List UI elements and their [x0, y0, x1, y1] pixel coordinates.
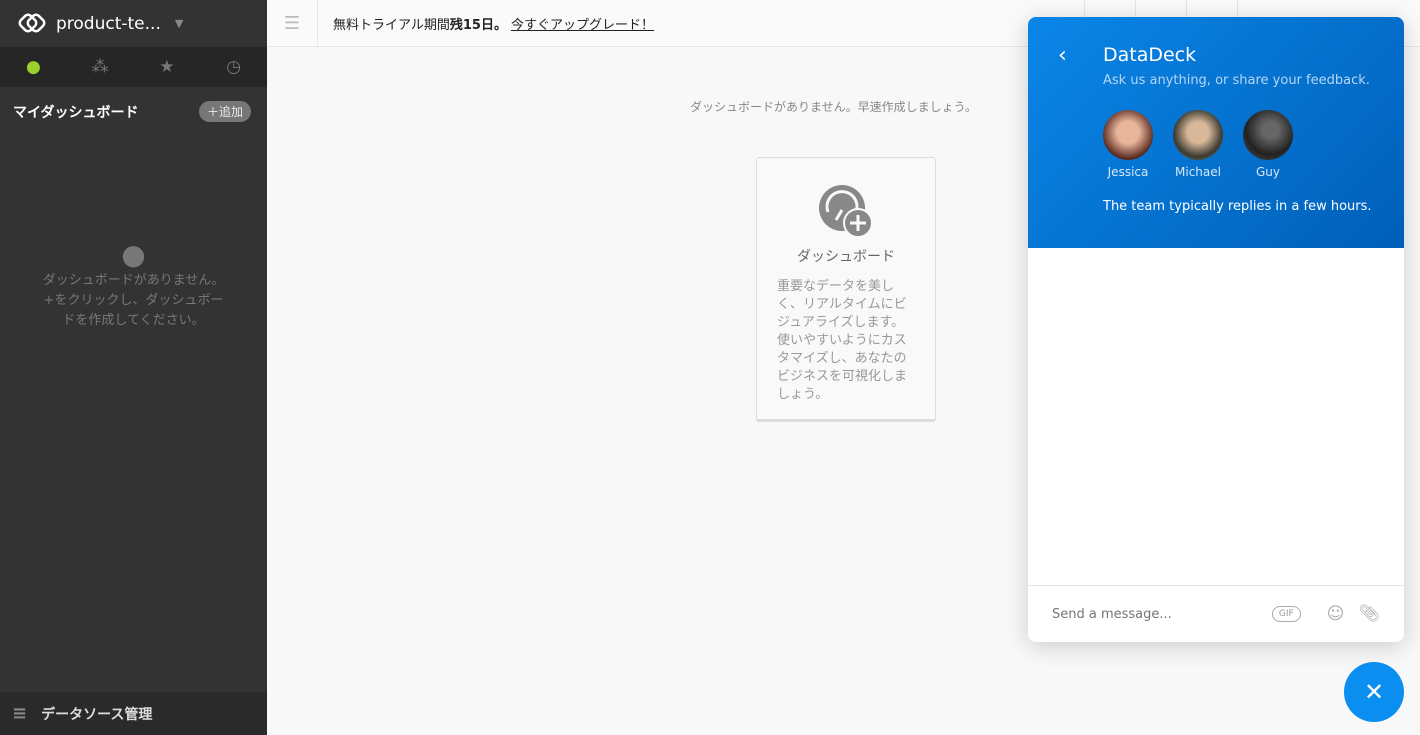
close-chat-button[interactable]: ✕ — [1344, 662, 1404, 722]
trial-banner: 無料トライアル期間残15日。 今すぐアップグレード！ — [318, 14, 654, 33]
collapse-sidebar-icon[interactable]: ☰ — [267, 0, 318, 47]
datasource-management-link[interactable]: ≡ データソース管理 — [0, 692, 267, 735]
card-description: 重要なデータを美しく、リアルタイムにビジュアライズします。使いやすいようにカスタ… — [777, 279, 908, 402]
reply-time: The team typically replies in a few hour… — [1103, 199, 1372, 214]
team-member: Michael — [1173, 110, 1223, 179]
sidebar-tabs: ● ⁂ ★ ◷ — [0, 47, 267, 87]
empty-text-line: ドを作成してください。 — [62, 313, 205, 328]
datasource-label: データソース管理 — [41, 706, 153, 723]
upgrade-link[interactable]: 今すぐアップグレード！ — [511, 18, 654, 33]
avatar — [1173, 110, 1223, 160]
person-icon: ● — [121, 238, 146, 271]
avatar — [1103, 110, 1153, 160]
sidebar: product-te... ▼ ● ⁂ ★ ◷ マイダッシュボード ＋追加 ● … — [0, 0, 267, 735]
tab-recent-clock-icon[interactable]: ◷ — [200, 47, 267, 87]
member-name: Michael — [1175, 165, 1221, 179]
member-name: Guy — [1255, 165, 1280, 179]
workspace-name: product-te... — [56, 13, 161, 34]
tab-favorites-star-icon[interactable]: ★ — [134, 47, 201, 87]
chat-header: ‹ DataDeck Ask us anything, or share you… — [1028, 17, 1404, 248]
gif-button[interactable]: GIF — [1271, 606, 1301, 622]
chat-widget: ‹ DataDeck Ask us anything, or share you… — [1028, 17, 1404, 642]
chat-subtitle: Ask us anything, or share your feedback. — [1103, 73, 1370, 88]
team-member: Guy — [1243, 110, 1293, 179]
member-name: Jessica — [1107, 165, 1149, 179]
tab-team-icon[interactable]: ⁂ — [67, 47, 134, 87]
logo-icon — [18, 13, 46, 32]
empty-text-line: +をクリックし、ダッシュボー — [43, 293, 224, 308]
database-icon: ≡ — [12, 703, 28, 724]
attachment-icon[interactable]: 📎︎ — [1358, 604, 1380, 624]
trial-days: 残15日。 — [449, 17, 507, 33]
team-member: Jessica — [1103, 110, 1153, 179]
close-icon: ✕ — [1363, 678, 1385, 706]
team-members: Jessica Michael Guy — [1103, 110, 1293, 179]
empty-text-line: ダッシュボードがありません。 — [42, 273, 225, 288]
create-dashboard-card[interactable]: ダッシュボード 重要なデータを美しく、リアルタイムにビジュアライズします。使いや… — [756, 157, 936, 422]
chevron-down-icon: ▼ — [174, 17, 184, 30]
sidebar-empty-state: ● ダッシュボードがありません。 +をクリックし、ダッシュボー ドを作成してくだ… — [0, 238, 267, 331]
workspace-switcher[interactable]: product-te... ▼ — [0, 0, 267, 47]
message-composer: GIF ☺ 📎︎ — [1028, 585, 1404, 642]
card-title: ダッシュボード — [797, 249, 895, 265]
emoji-icon[interactable]: ☺ — [1327, 604, 1345, 624]
tab-my-dashboards-person-icon[interactable]: ● — [0, 47, 67, 87]
empty-dashboard-message: ダッシュボードがありません。早速作成しましょう。 — [690, 100, 977, 114]
chat-title: DataDeck — [1103, 44, 1197, 66]
message-input[interactable] — [1052, 606, 1272, 622]
add-dashboard-button[interactable]: ＋追加 — [198, 101, 251, 122]
section-title: マイダッシュボード — [13, 104, 139, 121]
avatar — [1243, 110, 1293, 160]
my-dashboards-header: マイダッシュボード ＋追加 — [0, 87, 267, 122]
dashboard-add-icon — [819, 185, 873, 238]
back-chevron-icon[interactable]: ‹ — [1058, 43, 1067, 68]
trial-text: 無料トライアル期間 — [333, 17, 450, 33]
